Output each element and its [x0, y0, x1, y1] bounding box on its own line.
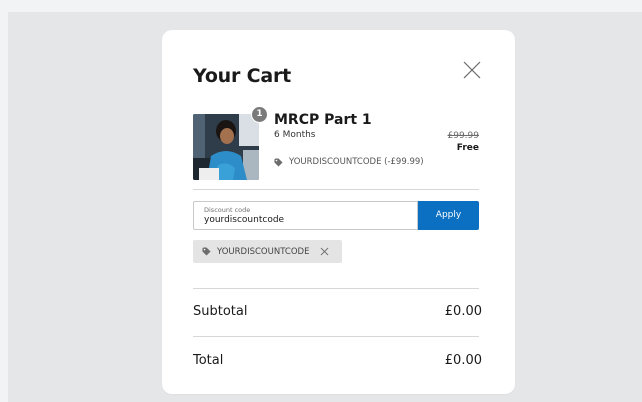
applied-discount-chip: YOURDISCOUNTCODE	[193, 240, 342, 263]
discount-code-label: Discount code	[204, 206, 251, 214]
discount-code-field[interactable]: Discount code yourdiscountcode	[193, 201, 418, 230]
product-variant: 6 Months	[274, 130, 316, 140]
cart-title: Your Cart	[193, 65, 291, 87]
tag-icon	[274, 157, 283, 167]
total-label: Total	[193, 353, 224, 368]
tag-icon	[202, 247, 211, 256]
quantity-badge: 1	[251, 106, 268, 123]
original-price: £99.99	[447, 131, 480, 141]
close-button[interactable]	[460, 58, 484, 82]
close-icon	[321, 247, 329, 256]
product-name: MRCP Part 1	[274, 112, 372, 128]
cart-modal: Your Cart 1 MRCP Part 1 6 Months £99.99 …	[162, 30, 515, 394]
subtotal-label: Subtotal	[193, 304, 248, 319]
remove-discount-button[interactable]	[320, 247, 329, 256]
discount-text: YOURDISCOUNTCODE (-£99.99)	[289, 157, 424, 167]
apply-button[interactable]: Apply	[418, 201, 479, 230]
current-price: Free	[456, 143, 479, 153]
divider	[193, 288, 479, 289]
divider	[193, 189, 479, 190]
subtotal-value: £0.00	[444, 304, 482, 319]
total-value: £0.00	[444, 353, 482, 368]
divider	[193, 336, 479, 337]
discount-code-value[interactable]: yourdiscountcode	[204, 215, 284, 225]
applied-discount-line: YOURDISCOUNTCODE (-£99.99)	[274, 157, 424, 167]
applied-code-label: YOURDISCOUNTCODE	[217, 246, 310, 257]
close-icon	[463, 61, 481, 79]
product-image	[193, 114, 259, 180]
